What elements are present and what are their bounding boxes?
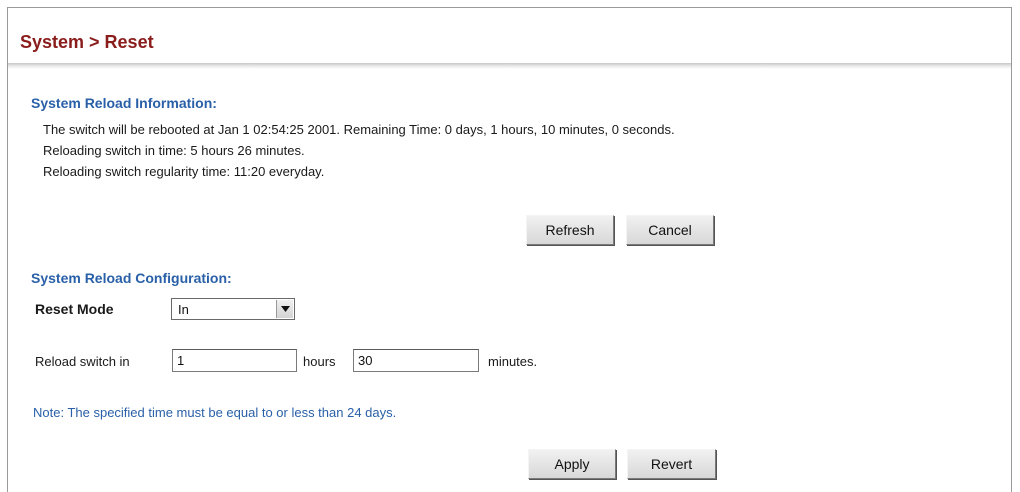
reset-mode-select[interactable]: In xyxy=(171,298,295,320)
title-divider xyxy=(8,63,1011,69)
note-text: Note: The specified time must be equal t… xyxy=(33,405,397,420)
hours-input[interactable] xyxy=(172,349,297,372)
page-title: System > Reset xyxy=(20,32,154,52)
revert-button[interactable]: Revert xyxy=(627,449,716,479)
minutes-label: minutes. xyxy=(488,354,538,369)
reload-in-label: Reload switch in xyxy=(35,354,130,369)
apply-button[interactable]: Apply xyxy=(528,449,616,479)
chevron-down-icon[interactable] xyxy=(276,300,293,318)
refresh-button[interactable]: Refresh xyxy=(526,215,614,245)
reload-info-line-reboot: The switch will be rebooted at Jan 1 02:… xyxy=(43,122,675,137)
cancel-button[interactable]: Cancel xyxy=(626,215,714,245)
hours-label: hours xyxy=(303,354,336,369)
minutes-input[interactable] xyxy=(353,349,479,372)
reload-info-heading: System Reload Information: xyxy=(31,95,217,111)
reset-mode-selected-value: In xyxy=(178,302,189,317)
reload-config-heading: System Reload Configuration: xyxy=(31,270,232,286)
reset-panel: System > Reset System Reload Information… xyxy=(7,7,1012,492)
reload-info-line-time: Reloading switch in time: 5 hours 26 min… xyxy=(43,143,305,158)
reload-info-line-regularity: Reloading switch regularity time: 11:20 … xyxy=(43,164,325,179)
reset-mode-label: Reset Mode xyxy=(35,301,114,317)
